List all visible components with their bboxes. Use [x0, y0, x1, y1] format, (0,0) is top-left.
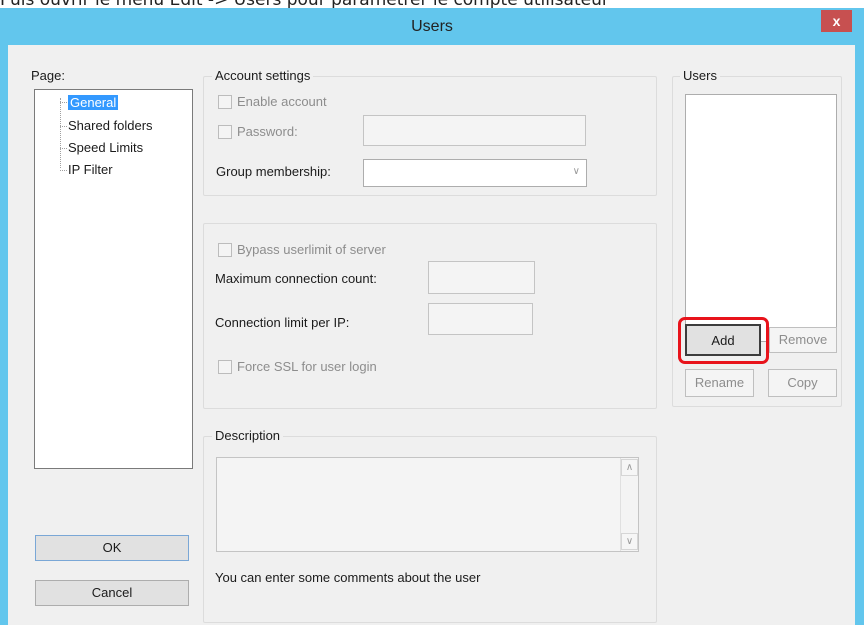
bypass-userlimit-label: Bypass userlimit of server	[237, 242, 386, 257]
copy-button[interactable]: Copy	[768, 369, 837, 397]
tree-item-speed-limits[interactable]: Speed Limits	[68, 139, 143, 156]
instruction-text: Puis ouvrir le menu Edit -> Users pour p…	[0, 0, 864, 8]
page-tree[interactable]: General Shared folders Speed Limits IP F…	[34, 89, 193, 469]
account-settings-title: Account settings	[212, 69, 314, 83]
tree-connector	[60, 126, 67, 127]
remove-button[interactable]: Remove	[769, 327, 837, 353]
force-ssl-checkbox[interactable]	[218, 360, 232, 374]
page-label: Page:	[31, 68, 65, 83]
enable-account-label: Enable account	[237, 94, 327, 109]
force-ssl-label: Force SSL for user login	[237, 359, 377, 374]
window-border-right	[855, 45, 864, 625]
max-connection-field[interactable]	[428, 261, 535, 294]
close-button[interactable]: x	[821, 10, 852, 32]
bypass-userlimit-checkbox[interactable]	[218, 243, 232, 257]
add-button[interactable]: Add	[685, 324, 761, 356]
tree-connector	[60, 102, 67, 103]
ok-button[interactable]: OK	[35, 535, 189, 561]
description-title: Description	[212, 429, 284, 443]
tree-item-shared-folders[interactable]: Shared folders	[68, 117, 153, 134]
tree-connector	[60, 170, 67, 171]
group-membership-label: Group membership:	[216, 164, 331, 179]
password-label: Password:	[237, 124, 298, 139]
tree-connector	[60, 148, 67, 149]
window-border-left	[0, 45, 8, 625]
users-list[interactable]	[685, 94, 837, 342]
group-membership-select[interactable]: ∨	[363, 159, 587, 187]
password-field[interactable]	[363, 115, 586, 146]
tree-item-general[interactable]: General	[68, 94, 119, 111]
scroll-down-icon[interactable]: ∨	[621, 533, 638, 550]
chevron-down-icon: ∨	[572, 166, 580, 177]
connection-per-ip-field[interactable]	[428, 303, 533, 335]
title-bar[interactable]: Users x	[0, 8, 864, 45]
connection-per-ip-label: Connection limit per IP:	[215, 315, 350, 330]
enable-account-checkbox[interactable]	[218, 95, 232, 109]
description-textarea[interactable]: ∧ ∨	[216, 457, 639, 552]
dialog-body: Page: General Shared folders Speed Limit…	[8, 45, 855, 625]
scroll-up-icon[interactable]: ∧	[621, 459, 638, 476]
password-checkbox[interactable]	[218, 125, 232, 139]
window-title: Users	[411, 18, 453, 35]
tree-connector	[60, 98, 61, 168]
tree-item-label: General	[68, 95, 119, 110]
rename-button[interactable]: Rename	[685, 369, 754, 397]
description-hint: You can enter some comments about the us…	[215, 570, 481, 585]
tree-item-ip-filter[interactable]: IP Filter	[68, 161, 113, 178]
cancel-button[interactable]: Cancel	[35, 580, 189, 606]
max-connection-label: Maximum connection count:	[215, 271, 377, 286]
users-title: Users	[680, 69, 720, 83]
vertical-scrollbar[interactable]: ∧ ∨	[620, 458, 638, 551]
